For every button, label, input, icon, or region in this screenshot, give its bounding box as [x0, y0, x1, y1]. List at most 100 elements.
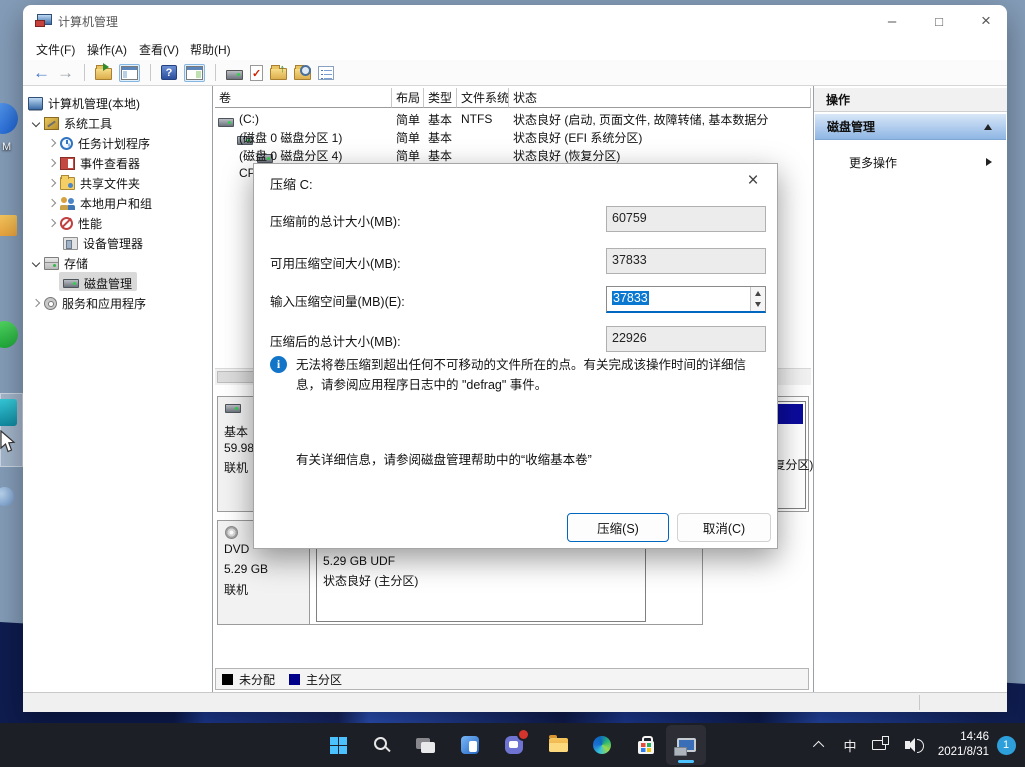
export-list-icon[interactable] — [95, 68, 112, 80]
spinner-up-icon[interactable] — [755, 291, 761, 296]
desktop-icon[interactable] — [0, 103, 18, 134]
dialog-close-button[interactable] — [741, 170, 765, 194]
collapse-icon[interactable] — [984, 124, 992, 130]
tree-item-event-viewer[interactable]: 事件查看器 — [49, 154, 140, 172]
disk-icon — [225, 404, 241, 413]
desktop-icon[interactable] — [0, 487, 14, 506]
tree-item-shared-folders[interactable]: 共享文件夹 — [49, 174, 140, 192]
tree-item-local-users-groups[interactable]: 本地用户和组 — [49, 194, 152, 212]
computer-management-app-icon — [677, 738, 696, 752]
table-row-volume[interactable]: (C:) — [235, 110, 392, 128]
file-explorer-button[interactable] — [538, 725, 578, 765]
widgets-button[interactable] — [450, 725, 490, 765]
table-row-volume[interactable]: (磁盘 0 磁盘分区 1) — [235, 128, 392, 146]
volume-tray-button[interactable] — [893, 741, 927, 749]
maximize-button[interactable] — [916, 5, 962, 37]
tray-overflow-button[interactable] — [805, 741, 835, 749]
actions-group-disk-management[interactable]: 磁盘管理 — [815, 114, 1006, 140]
table-row-volume[interactable]: (磁盘 0 磁盘分区 4) — [235, 146, 392, 164]
table-cell[interactable]: 基本 — [424, 110, 457, 128]
column-header-volume[interactable]: 卷 — [215, 88, 392, 108]
tree-item-system-tools[interactable]: 系统工具 — [33, 114, 112, 132]
tree-item-device-manager[interactable]: 设备管理器 — [63, 234, 143, 252]
tree-item-storage[interactable]: 存储 — [33, 254, 88, 272]
cancel-button[interactable]: 取消(C) — [677, 513, 771, 542]
dialog-info-text: 无法将卷压缩到超出任何不可移动的文件所在的点。有关完成该操作时间的详细信息，请参… — [296, 355, 766, 395]
tree-item-services-applications[interactable]: 服务和应用程序 — [33, 294, 146, 312]
chevron-right-icon[interactable] — [48, 159, 56, 167]
tree-item-computer-management[interactable]: 计算机管理(本地) — [28, 94, 140, 112]
minimize-button[interactable] — [869, 5, 915, 37]
total-size-before-value: 60759 — [606, 206, 766, 232]
table-cell[interactable]: 状态良好 (启动, 页面文件, 故障转储, 基本数据分 — [509, 110, 811, 128]
clock[interactable]: 14:46 2021/8/31 — [927, 730, 989, 760]
tray-date: 2021/8/31 — [927, 745, 989, 760]
chevron-down-icon[interactable] — [32, 119, 40, 127]
menu-view[interactable]: 查看(V) — [139, 41, 179, 58]
chevron-right-icon[interactable] — [48, 219, 56, 227]
desktop-icon[interactable] — [0, 215, 17, 236]
toolbar-separator — [150, 64, 151, 81]
device-manager-icon — [63, 237, 78, 250]
task-view-button[interactable] — [406, 725, 446, 765]
table-cell[interactable]: 状态良好 (EFI 系统分区) — [509, 128, 811, 146]
chat-button[interactable] — [494, 725, 534, 765]
notification-center-button[interactable]: 1 — [989, 736, 1023, 755]
menu-action[interactable]: 操作(A) — [87, 41, 127, 58]
column-header-status[interactable]: 状态 — [509, 88, 811, 108]
dvd-status: 联机 — [224, 581, 248, 598]
show-action-pane-button[interactable] — [184, 64, 205, 82]
device-icon[interactable] — [226, 70, 243, 80]
search-button[interactable] — [362, 725, 402, 765]
computer-management-taskbar-button[interactable] — [666, 725, 706, 765]
menu-help[interactable]: 帮助(H) — [190, 41, 231, 58]
folder-up-icon[interactable] — [270, 68, 287, 80]
table-cell[interactable]: 简单 — [392, 128, 424, 146]
column-header-layout[interactable]: 布局 — [392, 88, 424, 108]
store-icon — [638, 741, 654, 754]
start-button[interactable] — [318, 725, 358, 765]
table-cell[interactable]: NTFS — [457, 110, 509, 128]
disk0-type: 基本 — [224, 423, 248, 440]
shared-folders-icon — [60, 177, 75, 190]
folder-search-icon[interactable] — [294, 68, 311, 80]
chevron-down-icon[interactable] — [32, 259, 40, 267]
tree-item-task-scheduler[interactable]: 任务计划程序 — [49, 134, 150, 152]
table-cell[interactable]: 简单 — [392, 110, 424, 128]
table-cell[interactable]: 状态良好 (恢复分区) — [509, 146, 811, 164]
chevron-right-icon[interactable] — [48, 139, 56, 147]
shrink-amount-input[interactable]: 37833 — [606, 286, 766, 313]
desktop-icon[interactable] — [0, 321, 18, 348]
table-cell[interactable]: 基本 — [424, 146, 457, 164]
back-icon[interactable] — [33, 64, 50, 81]
desktop-icon[interactable] — [0, 399, 17, 426]
column-header-type[interactable]: 类型 — [424, 88, 457, 108]
table-cell[interactable]: 基本 — [424, 128, 457, 146]
help-icon[interactable] — [161, 65, 177, 80]
actions-panel: 操作 磁盘管理 更多操作 — [813, 86, 1007, 692]
tree-item-performance[interactable]: 性能 — [49, 214, 102, 232]
show-console-tree-button[interactable] — [119, 64, 140, 82]
table-cell[interactable]: 简单 — [392, 146, 424, 164]
check-document-icon[interactable] — [250, 65, 263, 81]
chevron-right-icon[interactable] — [32, 299, 40, 307]
submenu-arrow-icon — [986, 158, 992, 166]
edge-button[interactable] — [582, 725, 622, 765]
tree-item-disk-management[interactable]: 磁盘管理 — [63, 274, 132, 292]
column-header-filesystem[interactable]: 文件系统 — [457, 88, 509, 108]
spinner-down-icon[interactable] — [755, 302, 761, 307]
dvd-type: DVD — [224, 542, 249, 556]
computer-icon — [28, 97, 43, 110]
shrink-button[interactable]: 压缩(S) — [567, 513, 669, 542]
forward-icon[interactable] — [57, 64, 74, 81]
network-tray-button[interactable] — [865, 740, 893, 750]
more-actions-item[interactable]: 更多操作 — [815, 150, 1006, 174]
task-list-icon[interactable] — [318, 66, 334, 80]
statusbar-divider — [919, 695, 920, 710]
ime-indicator[interactable]: 中 — [835, 736, 865, 755]
chevron-right-icon[interactable] — [48, 199, 56, 207]
store-button[interactable] — [626, 725, 666, 765]
close-button[interactable] — [963, 5, 1009, 37]
menu-file[interactable]: 文件(F) — [36, 41, 75, 58]
chevron-right-icon[interactable] — [48, 179, 56, 187]
